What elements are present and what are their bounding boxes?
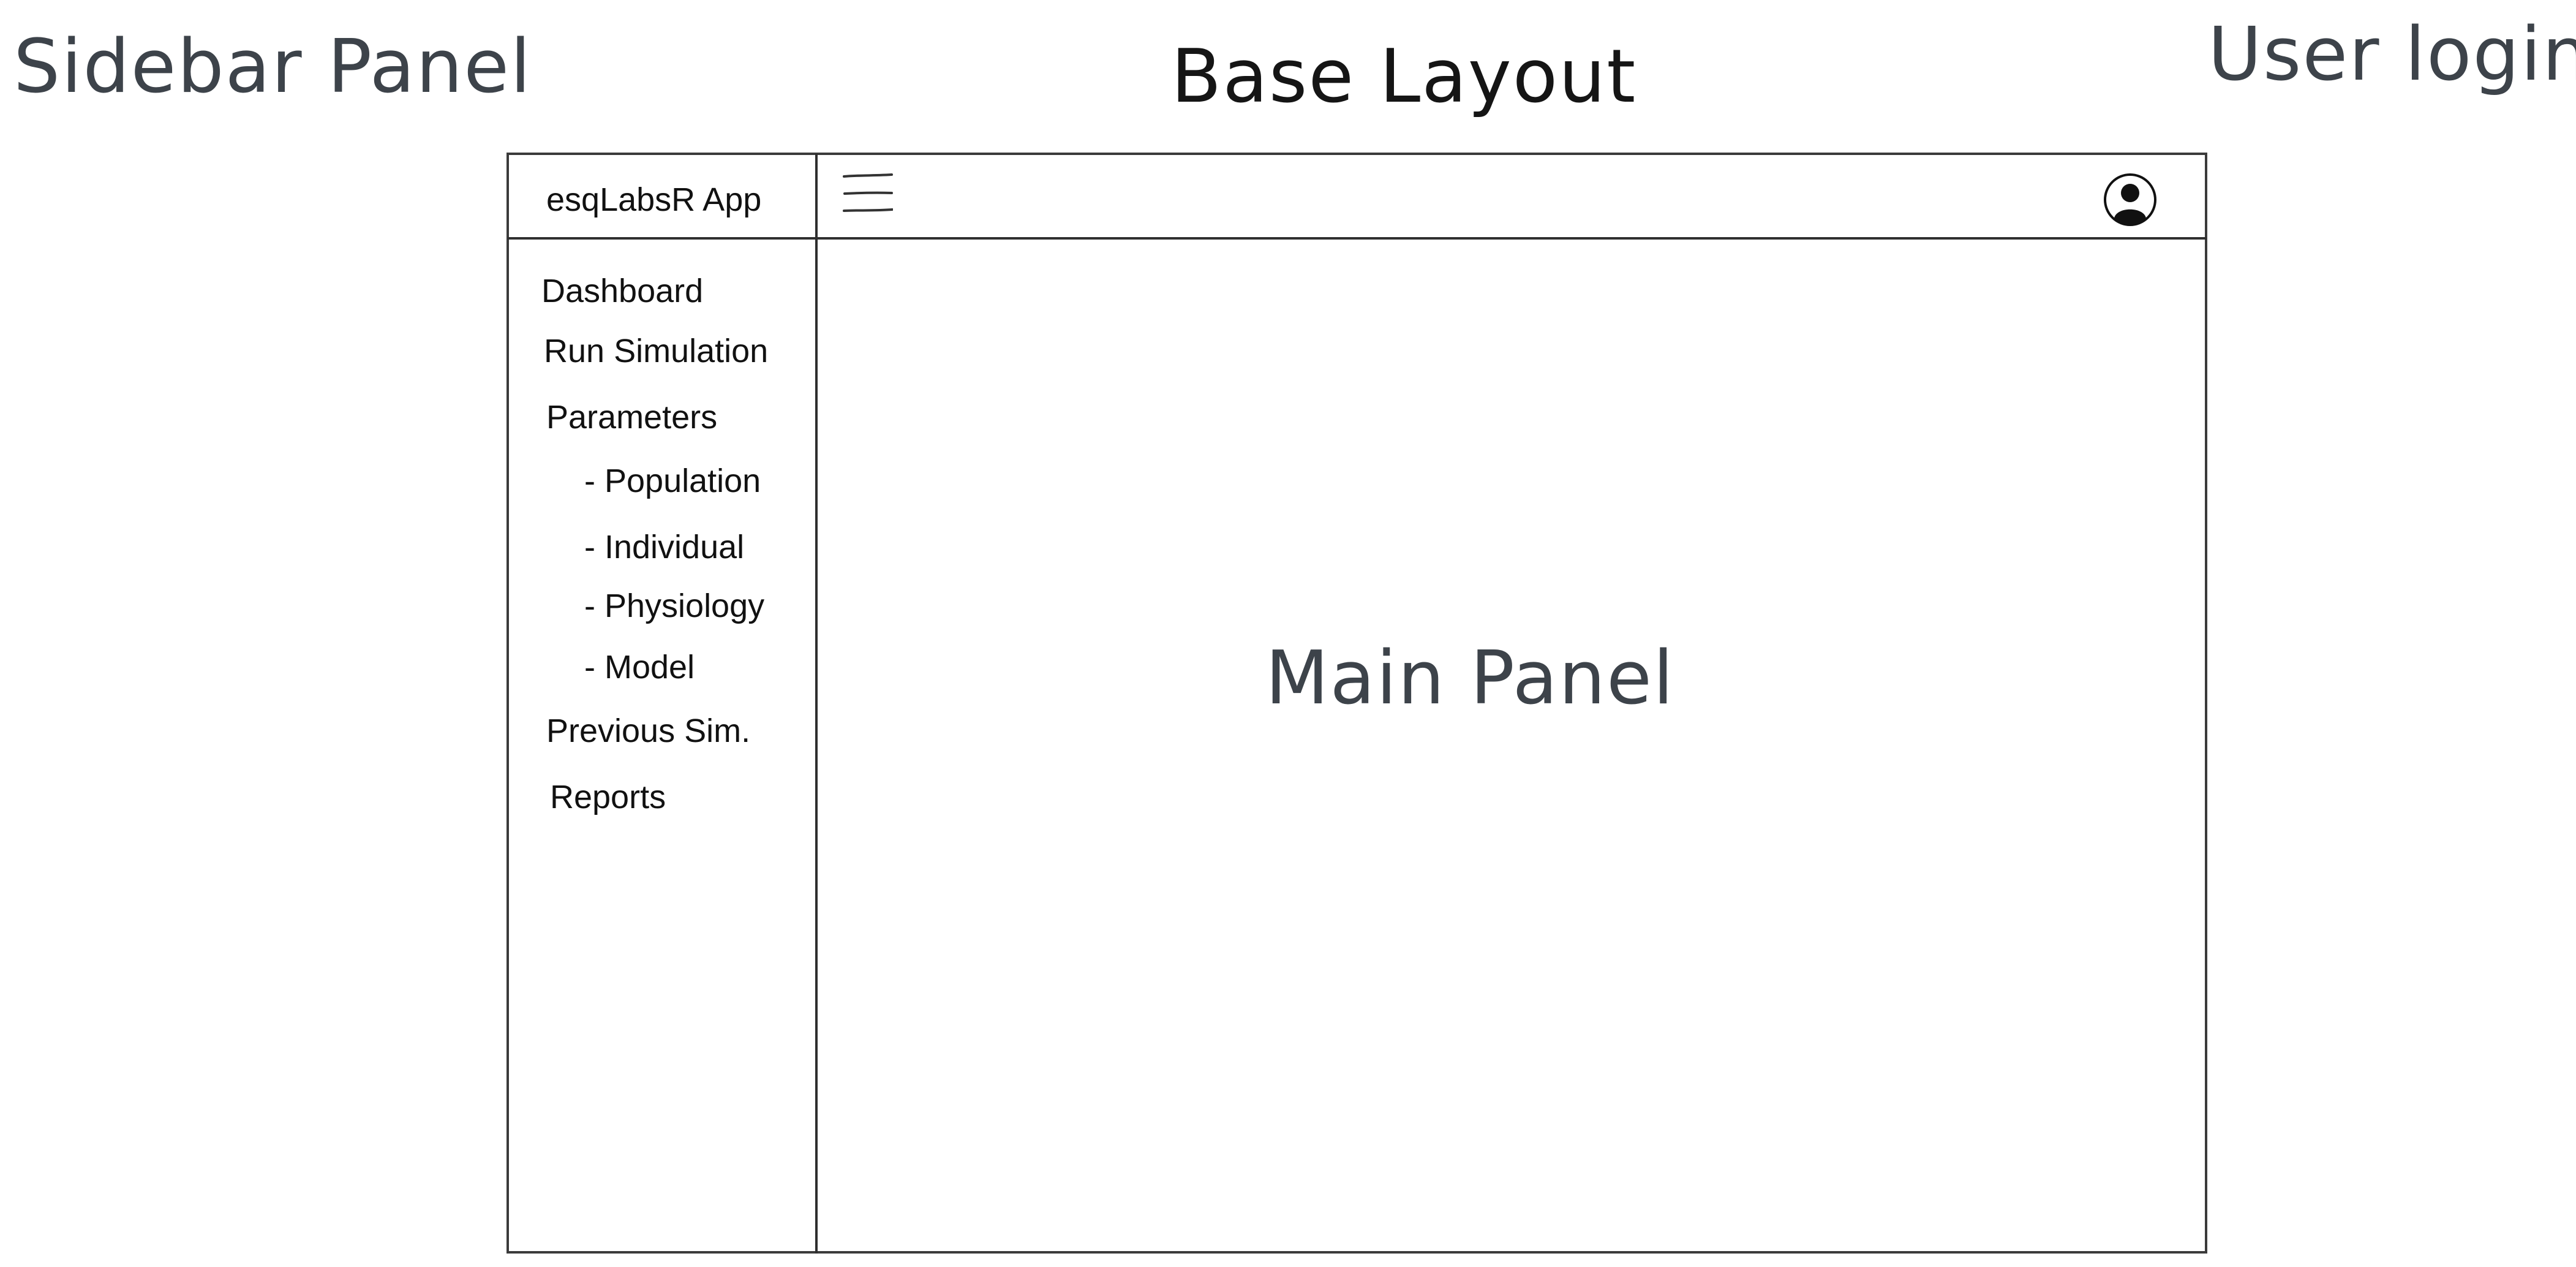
sidebar-item-population[interactable]: - Population [584,462,761,500]
app-brand: esqLabsR App [546,181,762,218]
sidebar-panel-annotation: Sidebar Panel [13,25,532,110]
sidebar-item-physiology[interactable]: - Physiology [584,587,764,625]
hamburger-menu-glyph [843,173,894,212]
sidebar-item-reports[interactable]: Reports [550,778,666,816]
user-avatar-glyph [2104,173,2156,226]
sidebar-item-dashboard[interactable]: Dashboard [541,272,703,310]
user-avatar-icon[interactable] [2103,173,2157,227]
sidebar-item-run-simulation[interactable]: Run Simulation [544,332,768,370]
main-panel-label: Main Panel [1265,636,1675,721]
sidebar-item-parameters[interactable]: Parameters [546,398,717,436]
topbar-divider [508,237,2206,240]
sidebar-item-model[interactable]: - Model [584,648,695,686]
base-layout-title: Base Layout [1171,34,1637,119]
user-login-annotation: User login [2208,12,2576,97]
sidebar-item-individual[interactable]: - Individual [584,528,744,566]
sidebar-divider [815,154,818,1254]
sidebar-item-previous-sim[interactable]: Previous Sim. [546,712,750,750]
hamburger-menu-icon[interactable] [843,172,894,216]
